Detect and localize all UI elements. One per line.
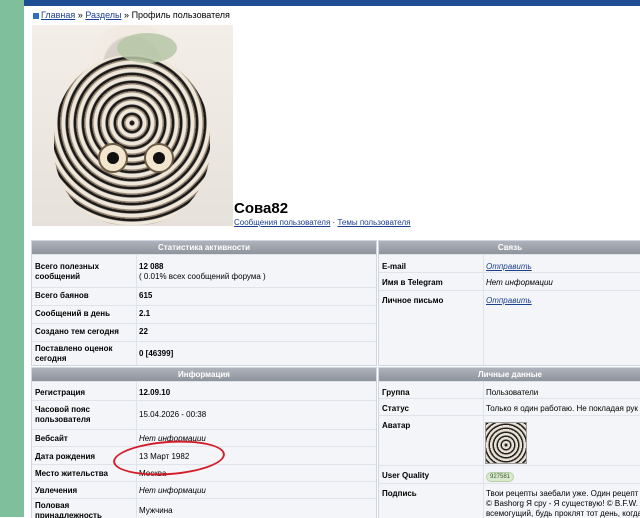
activity-value: 615 [139,291,153,300]
info-label: Увлечения [35,486,78,495]
contact-row: Имя в Telegram Нет информации [379,272,640,291]
info-label: Регистрация [35,388,86,397]
info-value: Нет информации [139,486,206,495]
activity-subvalue: ( 0.01% всех сообщений форума ) [139,272,266,281]
breadcrumb-sections[interactable]: Разделы [85,10,121,20]
telegram-value: Нет информации [486,278,553,287]
contact-label: Личное письмо [382,296,444,305]
personal-row: Подпись Твои рецепты заебали уже. Один р… [379,483,640,518]
info-value: Мужчина [139,506,173,515]
activity-label: Сообщений в день [35,309,110,318]
avatar-thumbnail [485,422,527,464]
activity-row: Всего полезных сообщений 12 088 ( 0.01% … [32,254,376,288]
info-header: Информация [32,368,376,381]
activity-label: Всего полезных сообщений [35,262,100,281]
info-row: Половая принадлежность Мужчина [32,498,376,518]
profile-username: Сова82 [234,200,289,217]
personal-header: Личные данные [379,368,640,381]
activity-header: Статистика активности [32,241,376,254]
personal-label: Статус [382,404,409,413]
info-label: Вебсайт [35,434,68,443]
activity-label: Всего баянов [35,291,89,300]
globe-overlay [117,33,177,63]
breadcrumb-separator: » [77,10,83,20]
user-topics-link[interactable]: Темы пользователя [337,218,410,227]
info-row: Часовой пояс пользователя 15.04.2026 - 0… [32,400,376,430]
owl-eye-left [98,143,128,173]
contact-label: Имя в Telegram [382,278,443,287]
activity-value: 12 088 [139,262,164,271]
owl-eye-right [144,143,174,173]
link-separator: · [332,218,336,227]
info-label: Половая принадлежность [35,501,102,518]
group-value: Пользователи [486,388,539,397]
info-value: 12.09.10 [139,388,171,397]
personal-row: User Quality 927581 [379,465,640,484]
personal-row: Статус Только я один работаю. Не поклада… [379,398,640,416]
info-label: Место жительства [35,469,108,478]
activity-value: 22 [139,327,148,336]
profile-links: Сообщения пользователя · Темы пользовате… [234,218,410,227]
activity-row: Создано тем сегодня 22 [32,323,376,342]
activity-row: Поставлено оценок сегодня 0 [46399] [32,341,376,365]
breadcrumb-home[interactable]: Главная [41,10,75,20]
personal-label: Подпись [382,489,417,498]
activity-value: 0 [46399] [139,349,174,358]
contact-row: Личное письмо Отправить [379,290,640,309]
signature-line: Твои рецепты заебали уже. Один рецепт о [486,489,640,498]
info-label: Дата рождения [35,452,96,461]
personal-label: User Quality [382,471,430,480]
status-value: Только я один работаю. Не покладая рук [486,404,638,413]
home-icon [33,12,39,19]
user-quality-badge: 927581 [486,472,515,482]
personal-row: Группа Пользователи [379,381,640,399]
breadcrumb-current: Профиль пользователя [131,10,230,20]
breadcrumb: Главная » Разделы » Профиль пользователя [33,10,230,20]
info-label: Часовой пояс пользователя [35,405,91,424]
personal-panel: Личные данные Группа Пользователи Статус… [378,367,640,518]
contact-panel: Связь E-mail Отправить Имя в Telegram Не… [378,240,640,366]
info-row: Регистрация 12.09.10 [32,381,376,401]
info-row: Увлечения Нет информации [32,481,376,499]
contact-header: Связь [379,241,640,254]
user-posts-link[interactable]: Сообщения пользователя [234,218,330,227]
info-value: 15.04.2026 - 00:38 [139,410,207,419]
personal-label: Группа [382,388,410,397]
activity-label: Поставлено оценок сегодня [35,344,113,363]
left-strip [0,0,24,517]
activity-row: Всего баянов 615 [32,287,376,306]
owl-body [54,55,210,225]
activity-row: Сообщений в день 2.1 [32,305,376,324]
contact-row: E-mail Отправить [379,254,640,273]
signature-line: © Bashorg Я сру - Я существую! © B.F.W. … [486,499,640,508]
private-message-link[interactable]: Отправить [486,296,532,306]
email-send-link[interactable]: Отправить [486,262,532,272]
activity-value: 2.1 [139,309,151,318]
contact-label: E-mail [382,262,407,271]
activity-panel: Статистика активности Всего полезных соо… [31,240,377,366]
profile-avatar-owl [32,25,233,226]
breadcrumb-separator: » [124,10,130,20]
top-nav-bar [24,0,640,6]
personal-label: Аватар [382,421,411,430]
activity-label: Создано тем сегодня [35,327,119,336]
